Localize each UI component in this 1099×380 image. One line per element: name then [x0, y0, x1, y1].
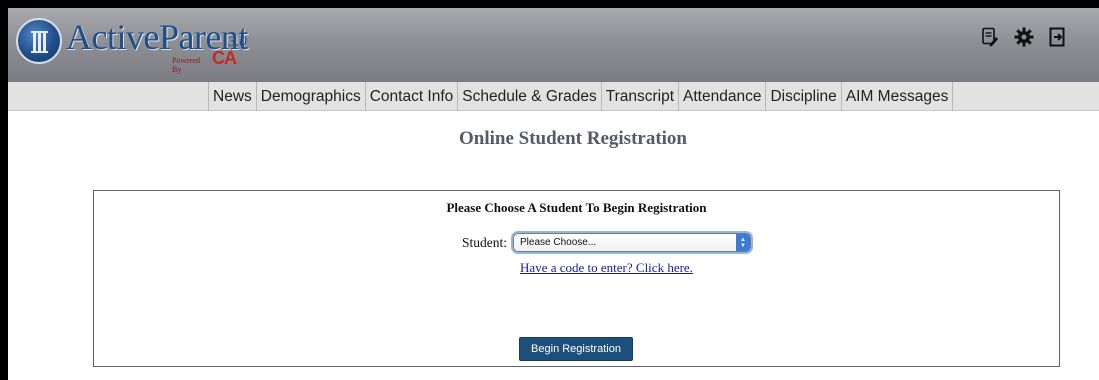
student-select-value: Please Choose... [520, 237, 597, 248]
enter-code-link-row: Have a code to enter? Click here. [94, 260, 1059, 276]
header-toolbar [979, 26, 1069, 48]
powered-by-label: Powered By [172, 56, 200, 74]
main-nav: News Demographics Contact Info Schedule … [208, 82, 954, 111]
student-select[interactable]: Please Choose... ▲ ▼ [513, 233, 751, 252]
main-navigation-bar: News Demographics Contact Info Schedule … [8, 82, 1099, 111]
gear-icon[interactable] [1013, 26, 1035, 48]
nav-item-news[interactable]: News [208, 82, 256, 111]
student-select-row: Student: Please Choose... ▲ ▼ [94, 233, 1059, 252]
nav-item-attendance[interactable]: Attendance [678, 82, 765, 111]
student-label: Student: [461, 234, 507, 250]
brand-logo: CA [212, 48, 237, 68]
nav-item-schedule-grades[interactable]: Schedule & Grades [457, 82, 600, 111]
logout-icon[interactable] [1047, 26, 1069, 48]
edit-document-icon[interactable] [979, 26, 1001, 48]
begin-registration-button[interactable]: Begin Registration [519, 337, 633, 361]
select-arrows-icon: ▲ ▼ [736, 234, 750, 251]
logo-emblem-icon [16, 18, 62, 64]
app-header: ActiveParent 3.0 Powered By CA [8, 8, 1099, 82]
registration-panel: Please Choose A Student To Begin Registr… [93, 190, 1060, 367]
nav-item-contact-info[interactable]: Contact Info [364, 82, 458, 111]
app-window: ActiveParent 3.0 Powered By CA News Demo… [8, 8, 1099, 380]
nav-item-discipline[interactable]: Discipline [765, 82, 840, 111]
page-title: Online Student Registration [458, 128, 688, 149]
enter-code-link[interactable]: Have a code to enter? Click here. [520, 260, 693, 275]
registration-heading: Please Choose A Student To Begin Registr… [446, 200, 707, 215]
nav-item-transcript[interactable]: Transcript [600, 82, 678, 111]
nav-item-aim-messages[interactable]: AIM Messages [840, 82, 954, 111]
nav-item-demographics[interactable]: Demographics [255, 82, 365, 111]
top-edge-strip [0, 0, 1099, 8]
